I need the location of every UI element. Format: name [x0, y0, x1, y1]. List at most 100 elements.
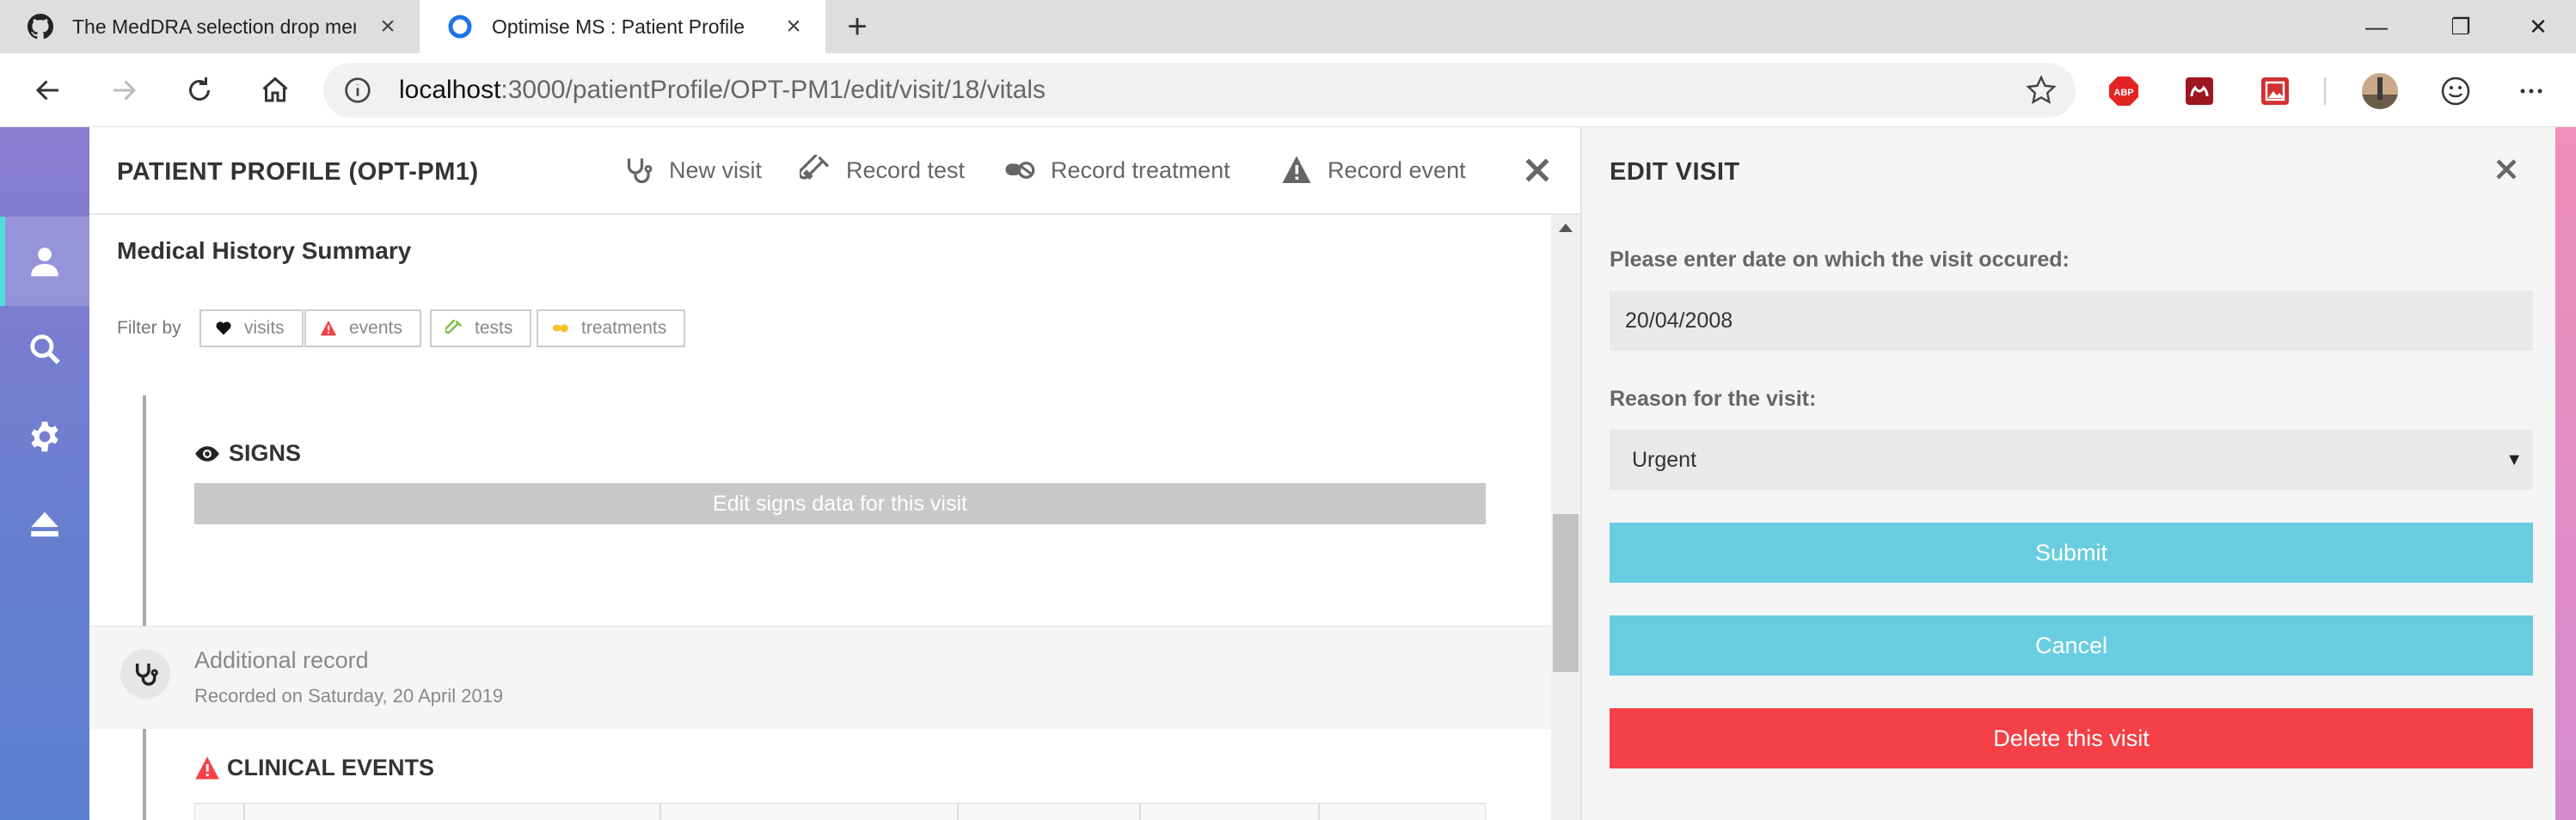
- record-event-button[interactable]: Record event: [1281, 153, 1466, 187]
- forward-button[interactable]: [101, 68, 146, 113]
- sidebar-item-profile[interactable]: [0, 217, 89, 306]
- eject-icon: [31, 511, 58, 537]
- address-bar[interactable]: localhost:3000/patientProfile/OPT-PM1/ed…: [323, 63, 2076, 118]
- record-marker: [120, 649, 170, 699]
- cancel-button[interactable]: Cancel: [1610, 615, 2533, 676]
- close-icon[interactable]: [1520, 153, 1555, 187]
- filter-tests-button[interactable]: tests: [430, 309, 532, 347]
- warning-icon: [1282, 156, 1311, 183]
- filter-visits-label: visits: [244, 318, 285, 338]
- record-treatment-button[interactable]: Record treatment: [1004, 153, 1230, 187]
- profile-header: PATIENT PROFILE (OPT-PM1) New visit Reco…: [89, 127, 1580, 215]
- home-icon: [262, 76, 288, 102]
- back-button[interactable]: [26, 68, 71, 113]
- table-column-divider: [1318, 804, 1320, 820]
- signs-heading: SIGNS: [194, 440, 301, 467]
- page-title: PATIENT PROFILE (OPT-PM1): [117, 158, 479, 186]
- visit-reason-value: Urgent: [1632, 448, 1697, 472]
- adblock-icon[interactable]: ABP: [2108, 76, 2139, 107]
- background-strip: [2555, 127, 2576, 820]
- scroll-up-arrow[interactable]: [1559, 223, 1573, 232]
- url-text: localhost:3000/patientProfile/OPT-PM1/ed…: [399, 76, 1046, 104]
- table-column-divider: [957, 804, 959, 820]
- window-close-button[interactable]: ✕: [2500, 0, 2576, 53]
- profile-avatar[interactable]: [2361, 72, 2399, 110]
- scroll-thumb[interactable]: [1553, 514, 1579, 672]
- table-column-divider: [1139, 804, 1141, 820]
- new-visit-button[interactable]: New visit: [623, 153, 762, 187]
- github-icon: [28, 14, 53, 40]
- filter-events-button[interactable]: events: [304, 309, 421, 347]
- delete-visit-button[interactable]: Delete this visit: [1610, 708, 2533, 768]
- submit-button[interactable]: Submit: [1610, 523, 2533, 583]
- restore-button[interactable]: ❐: [2423, 0, 2499, 53]
- warning-icon: [320, 320, 337, 336]
- tab-title: Optimise MS : Patient Profile: [492, 15, 745, 38]
- more-icon[interactable]: [2516, 76, 2547, 107]
- photo-ext-icon[interactable]: [2260, 76, 2291, 107]
- sidebar-item-search[interactable]: [0, 304, 89, 394]
- dropdown-arrow-icon: ▼: [2505, 450, 2523, 469]
- emoji-icon[interactable]: [2440, 76, 2471, 107]
- close-icon[interactable]: ×: [375, 14, 401, 40]
- record-date: Recorded on Saturday, 20 April 2019: [194, 685, 504, 707]
- toolbar-separator: [2324, 77, 2326, 105]
- minimize-button[interactable]: —: [2339, 0, 2414, 53]
- filter-label: Filter by: [117, 318, 181, 338]
- table-column-divider: [659, 804, 661, 820]
- record-title: Additional record: [194, 647, 369, 673]
- section-title: Medical History Summary: [117, 237, 412, 264]
- reload-icon: [189, 77, 210, 101]
- star-icon[interactable]: [2026, 75, 2057, 106]
- filter-tests-label: tests: [475, 318, 513, 338]
- heart-icon: [216, 321, 231, 335]
- timeline-line: [143, 395, 146, 820]
- visit-date-label: Please enter date on which the visit occ…: [1610, 248, 2070, 272]
- gear-icon: [31, 421, 58, 452]
- reload-button[interactable]: [177, 68, 222, 113]
- arrow-right-icon: [113, 80, 137, 101]
- record-treatment-label: Record treatment: [1051, 156, 1230, 183]
- new-tab-button[interactable]: +: [839, 9, 875, 45]
- patient-profile-panel: PATIENT PROFILE (OPT-PM1) New visit Reco…: [89, 127, 1580, 820]
- clinical-events-heading-text: CLINICAL EVENTS: [227, 755, 435, 780]
- record-test-button[interactable]: Record test: [800, 153, 965, 187]
- browser-tab-patient-profile[interactable]: Optimise MS : Patient Profile ×: [420, 0, 825, 53]
- table-column-divider: [243, 804, 245, 820]
- filter-treatments-button[interactable]: treatments: [537, 309, 686, 347]
- clinical-events-heading: CLINICAL EVENTS: [194, 755, 434, 781]
- sidebar-item-settings[interactable]: [0, 392, 89, 481]
- browser-toolbar: localhost:3000/patientProfile/OPT-PM1/ed…: [0, 53, 2576, 127]
- new-visit-label: New visit: [669, 156, 763, 183]
- app-sidebar: [0, 127, 89, 820]
- info-icon[interactable]: [344, 76, 371, 104]
- svg-text:ABP: ABP: [2113, 88, 2133, 98]
- pills-icon: [1005, 162, 1035, 179]
- browser-tab-meddra[interactable]: The MedDRA selection drop men ×: [0, 0, 420, 53]
- timeline-record: Additional record Recorded on Saturday, …: [89, 626, 1551, 729]
- clinical-events-table: [194, 803, 1486, 820]
- filter-events-label: events: [349, 318, 402, 338]
- visit-reason-select[interactable]: Urgent ▼: [1610, 430, 2533, 490]
- close-icon[interactable]: ×: [781, 14, 807, 40]
- test-tube-icon: [445, 320, 463, 334]
- edit-signs-button[interactable]: Edit signs data for this visit: [194, 483, 1486, 524]
- close-icon[interactable]: [2492, 155, 2521, 184]
- warning-icon: [195, 756, 219, 779]
- visit-reason-label: Reason for the visit:: [1610, 387, 1817, 411]
- edit-visit-panel: EDIT VISIT Please enter date on which th…: [1580, 127, 2555, 820]
- filter-visits-button[interactable]: visits: [199, 309, 304, 347]
- record-event-label: Record event: [1328, 156, 1466, 183]
- sidebar-item-logout[interactable]: [0, 480, 89, 569]
- eye-icon: [195, 445, 219, 462]
- home-button[interactable]: [253, 68, 297, 113]
- scrollbar[interactable]: [1551, 215, 1580, 820]
- stethoscope-icon: [627, 158, 653, 184]
- mendeley-icon[interactable]: [2184, 76, 2215, 107]
- signs-heading-text: SIGNS: [229, 440, 302, 466]
- search-icon: [30, 334, 60, 364]
- stethoscope-icon: [135, 664, 158, 686]
- loading-circle-icon: [448, 15, 472, 39]
- visit-date-input[interactable]: [1610, 291, 2533, 351]
- profile-icon: [31, 248, 58, 277]
